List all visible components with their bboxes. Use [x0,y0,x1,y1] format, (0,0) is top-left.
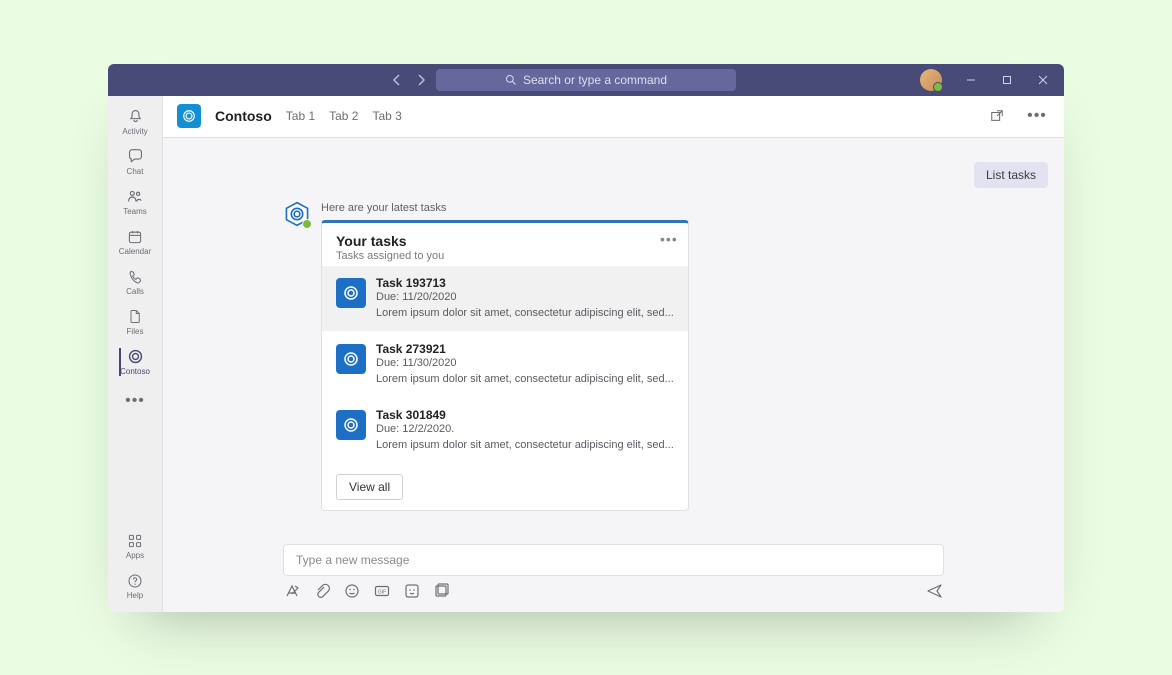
titlebar: Search or type a command [108,64,1064,96]
rail-label: Calendar [119,247,151,256]
window-close-button[interactable] [1026,64,1060,96]
calls-icon [126,268,144,286]
app-name: Contoso [215,108,272,124]
chat-icon [126,148,144,166]
task-description: Lorem ipsum dolor sit amet, consectetur … [376,306,674,321]
rail-label: Teams [123,207,147,216]
rail-item-calendar[interactable]: Calendar [119,222,151,262]
task-row[interactable]: Task 301849 Due: 12/2/2020. Lorem ipsum … [322,397,688,463]
rail-label: Activity [122,127,147,136]
message-input[interactable]: Type a new message [283,544,944,576]
task-due: Due: 11/20/2020 [376,291,674,303]
user-message: List tasks [974,162,1048,188]
rail-item-help[interactable]: Help [108,566,162,606]
sticker-button[interactable] [403,582,421,600]
emoji-button[interactable] [343,582,361,600]
window-maximize-button[interactable] [990,64,1024,96]
search-placeholder: Search or type a command [523,73,667,87]
rail-item-contoso[interactable]: Contoso [119,342,151,382]
rail-label: Apps [126,551,144,560]
calendar-icon [126,228,144,246]
attach-button[interactable] [313,582,331,600]
nav-back-button[interactable] [388,71,406,89]
compose-area: Type a new message GIF [163,544,1064,612]
apps-icon [126,532,144,550]
task-description: Lorem ipsum dolor sit amet, consectetur … [376,372,674,387]
nav-forward-button[interactable] [412,71,430,89]
task-icon [336,410,366,440]
rail-label: Calls [126,287,144,296]
card-title: Your tasks [336,233,674,249]
left-rail: Activity Chat Teams Calendar Calls Files Conto… [108,96,163,612]
bell-icon [126,108,144,126]
format-button[interactable] [283,582,301,600]
rail-item-calls[interactable]: Calls [119,262,151,302]
search-icon [505,74,517,86]
task-due: Due: 12/2/2020. [376,423,674,435]
popout-button[interactable] [984,103,1010,129]
bot-avatar [283,200,311,228]
search-input[interactable]: Search or type a command [436,69,736,91]
window-minimize-button[interactable] [954,64,988,96]
task-title: Task 301849 [376,408,674,422]
rail-item-apps[interactable]: Apps [108,526,162,566]
tab-1[interactable]: Tab 1 [286,109,315,123]
bot-preamble: Here are your latest tasks [321,198,689,220]
tab-3[interactable]: Tab 3 [372,109,401,123]
tabbar-more-button[interactable]: ••• [1024,103,1050,129]
tab-2[interactable]: Tab 2 [329,109,358,123]
rail-label: Help [127,591,143,600]
send-button[interactable] [926,582,944,600]
svg-text:GIF: GIF [378,589,386,595]
more-compose-button[interactable] [433,582,451,600]
rail-item-files[interactable]: Files [119,302,151,342]
app-window: Search or type a command Activity Chat Tea… [108,64,1064,612]
task-title: Task 193713 [376,276,674,290]
rail-more-button[interactable]: ••• [125,386,145,416]
view-all-button[interactable]: View all [336,474,403,500]
chat-content: List tasks Here are your latest tasks Yo… [163,138,1064,544]
files-icon [126,308,144,326]
help-icon [126,572,144,590]
rail-item-teams[interactable]: Teams [119,182,151,222]
user-avatar[interactable] [920,69,942,91]
contoso-app-icon [177,104,201,128]
card-subtitle: Tasks assigned to you [336,250,674,262]
rail-item-chat[interactable]: Chat [119,142,151,182]
contoso-icon [126,348,144,366]
task-icon [336,278,366,308]
card-menu-button[interactable]: ••• [660,231,678,247]
task-due: Due: 11/30/2020 [376,357,674,369]
task-row[interactable]: Task 193713 Due: 11/20/2020 Lorem ipsum … [322,266,688,331]
task-row[interactable]: Task 273921 Due: 11/30/2020 Lorem ipsum … [322,331,688,397]
rail-label: Chat [127,167,144,176]
tasks-card: Your tasks Tasks assigned to you ••• Tas… [321,220,689,511]
task-description: Lorem ipsum dolor sit amet, consectetur … [376,438,674,453]
app-tabbar: Contoso Tab 1 Tab 2 Tab 3 ••• [163,96,1064,138]
rail-label: Files [127,327,144,336]
task-icon [336,344,366,374]
gif-button[interactable]: GIF [373,582,391,600]
rail-item-activity[interactable]: Activity [119,102,151,142]
task-title: Task 273921 [376,342,674,356]
teams-icon [126,188,144,206]
rail-label: Contoso [120,367,150,376]
